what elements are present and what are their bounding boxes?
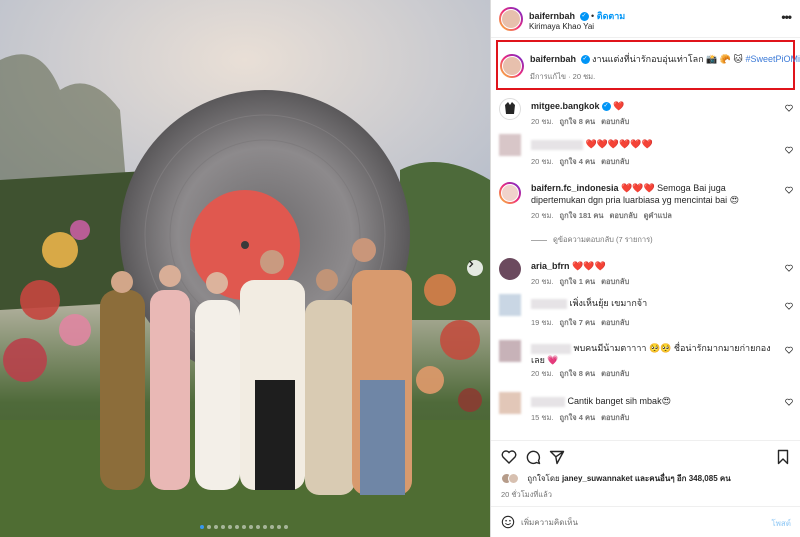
heart-icon[interactable]: [785, 264, 793, 272]
emoji-icon[interactable]: [501, 515, 515, 529]
post-header: baifernbah ✓ • ติดตาม Kirimaya Khao Yai …: [491, 0, 800, 38]
commenter-avatar[interactable]: [499, 182, 521, 204]
commenter-avatar[interactable]: [499, 258, 521, 280]
bookmark-icon[interactable]: [775, 449, 791, 465]
add-comment-bar: โพสต์: [491, 506, 800, 537]
comment-text: ❤️❤️❤️❤️❤️❤️: [585, 139, 653, 149]
comment-meta: 19 ชม. ถูกใจ 7 คน ตอบกลับ: [531, 318, 630, 327]
heart-icon[interactable]: [785, 346, 793, 354]
caption-highlight: baifernbah ✓ งานแต่งที่น่ารักอบอุ่นเท่าโ…: [496, 40, 800, 90]
comment-meta: 20 ชม. ถูกใจ 8 คน ตอบกลับ: [531, 369, 630, 378]
reply-button[interactable]: ตอบกลับ: [601, 318, 629, 327]
more-options-icon[interactable]: •••: [781, 10, 792, 24]
verified-badge-icon: ✓: [579, 12, 589, 22]
author-avatar[interactable]: [499, 7, 523, 31]
caption-text: baifernbah ✓ งานแต่งที่น่ารักอบอุ่นเท่าโ…: [530, 53, 800, 65]
comment-meta: 20 ชม. ถูกใจ 4 คน ตอบกลับ: [531, 157, 630, 166]
post-sidebar: baifernbah ✓ • ติดตาม Kirimaya Khao Yai …: [490, 0, 800, 537]
heart-icon[interactable]: [785, 186, 793, 194]
liker-username[interactable]: janey_suwannaket: [562, 474, 633, 483]
view-replies-button[interactable]: ดูข้อความตอบกลับ (7 รายการ): [531, 234, 653, 246]
commenter-avatar[interactable]: [499, 294, 521, 316]
next-image-button[interactable]: [467, 260, 483, 276]
reply-button[interactable]: ตอบกลับ: [601, 117, 629, 126]
caption-avatar[interactable]: [500, 54, 524, 78]
comment-text: ❤️❤️❤️: [572, 261, 606, 271]
wedding-photo: [0, 0, 490, 537]
caption-meta: มีการแก้ไข · 20 ชม.: [530, 72, 596, 81]
share-send-icon[interactable]: [549, 449, 565, 465]
location-link[interactable]: Kirimaya Khao Yai: [529, 22, 594, 31]
reply-button[interactable]: ตอบกลับ: [601, 157, 629, 166]
comment-meta: 20 ชม. ถูกใจ 1 คน ตอบกลับ: [531, 277, 630, 286]
chevron-right-icon: [469, 260, 474, 268]
heart-icon[interactable]: [785, 146, 793, 154]
comment-bubble-icon[interactable]: [525, 449, 541, 465]
comment-meta: 20 ชม. ถูกใจ 8 คน ตอบกลับ: [531, 117, 630, 126]
post-comment-button[interactable]: โพสต์: [771, 517, 791, 530]
likes-count[interactable]: อีก 348,085 คน: [677, 474, 731, 483]
comment-text: Cantik banget sih mbak😍: [567, 396, 671, 406]
comment-text: เพิ่งเห็นยุ้ย เขมากจ้า: [569, 298, 648, 308]
commenter-avatar[interactable]: [499, 98, 521, 120]
heart-icon[interactable]: [785, 302, 793, 310]
comment-text: ❤️: [613, 101, 625, 111]
commenter-avatar[interactable]: [499, 340, 521, 362]
carousel-indicator: [200, 525, 288, 529]
reply-button[interactable]: ตอบกลับ: [601, 413, 629, 422]
liker-avatars: [501, 473, 525, 485]
follow-button[interactable]: ติดตาม: [597, 11, 626, 21]
caption-body: งานแต่งที่น่ารักอบอุ่นเท่าโลก 📸 🥐 🐱: [592, 54, 743, 64]
action-bar: [491, 440, 800, 470]
comment-meta: 20 ชม. ถูกใจ 181 คน ตอบกลับ ดูคำแปล: [531, 211, 672, 220]
caption-username[interactable]: baifernbah: [530, 54, 576, 64]
verified-badge-icon: ✓: [601, 102, 611, 112]
post-timestamp[interactable]: 20 ชั่วโมงที่แล้ว: [501, 489, 552, 501]
author-username[interactable]: baifernbah: [529, 11, 575, 21]
commenter-avatar[interactable]: [499, 134, 521, 156]
verified-badge-icon: ✓: [580, 55, 590, 65]
translate-button[interactable]: ดูคำแปล: [644, 211, 672, 220]
likes-summary[interactable]: ถูกใจโดย janey_suwannaket และคนอื่นๆ อีก…: [501, 472, 731, 485]
commenter-username[interactable]: aria_bfrn: [531, 261, 570, 271]
hashtag-link[interactable]: #SweetPiOMild: [745, 54, 800, 64]
comment-meta: 15 ชม. ถูกใจ 4 คน ตอบกลับ: [531, 413, 630, 422]
comment-input[interactable]: [521, 515, 741, 529]
comments-list[interactable]: mitgee.bangkok ✓ ❤️ 20 ชม. ถูกใจ 8 คน ตอบกล…: [491, 92, 800, 440]
reply-button[interactable]: ตอบกลับ: [601, 277, 629, 286]
reply-button[interactable]: ตอบกลับ: [610, 211, 638, 220]
commenter-avatar[interactable]: [499, 392, 521, 414]
commenter-username[interactable]: mitgee.bangkok: [531, 101, 600, 111]
heart-icon[interactable]: [785, 398, 793, 406]
heart-icon[interactable]: [785, 104, 793, 112]
commenter-username[interactable]: baifern.fc_indonesia: [531, 183, 619, 193]
reply-button[interactable]: ตอบกลับ: [601, 369, 629, 378]
like-heart-icon[interactable]: [501, 449, 517, 465]
post-image[interactable]: [0, 0, 490, 537]
